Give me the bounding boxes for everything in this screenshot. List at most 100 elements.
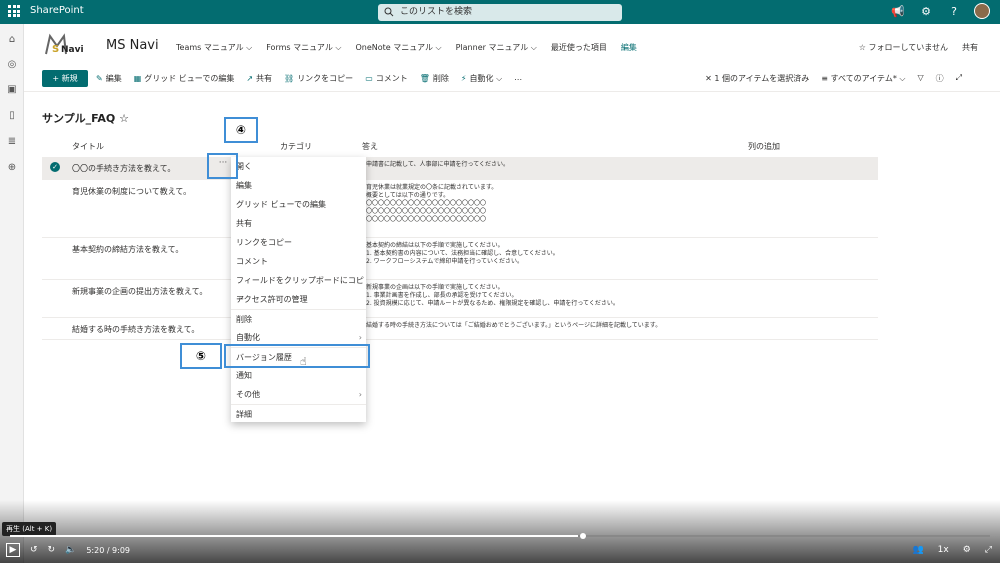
menu-item-edit[interactable]: 編集 — [231, 176, 366, 195]
site-header: S Navi MS Navi Teams マニュアル ⌵ Forms マニュアル… — [24, 24, 1000, 64]
filter-icon[interactable]: ▽ — [917, 73, 923, 84]
callout-box-more — [207, 153, 238, 179]
command-items: ✎ 編集 ▦ グリッド ビューでの編集 ↗ 共有 ⛓ リンクをコピー ▭ コメント 🗑 削除… — [96, 73, 522, 84]
help-icon[interactable]: ? — [946, 5, 962, 18]
selection-status[interactable]: ✕ 1 個のアイテムを選択済み — [705, 73, 809, 84]
comment-icon: ▭ — [365, 74, 373, 83]
fullscreen-icon[interactable]: ⤢ — [985, 545, 992, 555]
follow-button[interactable]: ☆ フォローしていません — [859, 42, 948, 53]
menu-item-details[interactable]: 詳細 — [231, 404, 366, 423]
nav-edit[interactable]: 編集 — [621, 42, 637, 53]
globe-icon[interactable]: ◎ — [6, 59, 18, 71]
check-icon[interactable]: ✓ — [50, 162, 60, 172]
table-row[interactable]: 基本契約の締結方法を教えて。 基本契約の締結は以下の手順で実施してください。 1… — [42, 238, 878, 280]
star-icon[interactable]: ☆ — [119, 112, 129, 125]
new-button[interactable]: + 新規 — [42, 70, 88, 87]
nav-recent[interactable]: 最近使った項目 — [551, 42, 607, 53]
table-row[interactable]: 結婚する時の手続き方法を教えて。 結婚する時の手続き方法については「ご結婚おめで… — [42, 318, 878, 340]
share-command[interactable]: ↗ 共有 — [246, 73, 272, 84]
view-selector[interactable]: ≡ すべてのアイテム* ⌵ — [821, 73, 905, 84]
share-icon: ↗ — [246, 74, 254, 83]
table-row[interactable]: 新規事業の企画の提出方法を教えて。 新規事業の企画は以下の手順で実施してください… — [42, 280, 878, 318]
rewind-icon[interactable]: ↺ — [30, 545, 38, 555]
menu-item-grid-edit[interactable]: グリッド ビューでの編集 — [231, 195, 366, 214]
file-icon[interactable]: ▯ — [6, 110, 18, 122]
row-answer: 新規事業の企画は以下の手順で実施してください。 1. 事業計画書を作成し、部長の… — [366, 284, 619, 307]
add-column[interactable]: 列の追加 — [748, 141, 780, 152]
forward-icon[interactable]: ↻ — [48, 545, 56, 555]
speed-button[interactable]: 1x — [938, 545, 949, 555]
row-answer: 基本契約の締結は以下の手順で実施してください。 1. 基本契約書の内容について、… — [366, 242, 559, 265]
avatar[interactable] — [974, 3, 990, 19]
player-controls: ▶ ↺ ↻ 🔈 5:20 / 9:09 — [6, 543, 130, 557]
info-icon[interactable]: ⓘ — [936, 73, 944, 84]
copy-link-command[interactable]: ⛓ リンクをコピー — [284, 73, 353, 84]
view-icon: ≡ — [821, 74, 831, 83]
people-icon[interactable]: 👥 — [912, 545, 923, 555]
menu-item-copy-link[interactable]: リンクをコピー — [231, 233, 366, 252]
search-placeholder: このリストを検索 — [400, 7, 473, 17]
menu-item-copy-fields[interactable]: フィールドをクリップボードにコピー — [231, 271, 366, 304]
gear-icon[interactable]: ⚙ — [918, 5, 934, 18]
column-title[interactable]: タイトル — [72, 141, 104, 152]
settings-icon[interactable]: ⚙ — [963, 545, 971, 555]
menu-item-alert[interactable]: 通知 — [231, 366, 366, 385]
share-button[interactable]: 共有 — [962, 42, 978, 53]
callout-label-5: ⑤ — [180, 343, 222, 369]
svg-text:S: S — [52, 44, 59, 55]
progress-track[interactable] — [10, 535, 990, 537]
grid-icon: ▦ — [133, 74, 142, 83]
context-menu: 開く 編集 グリッド ビューでの編集 共有 リンクをコピー コメント フィールド… — [231, 157, 366, 422]
home-icon[interactable]: ⌂ — [6, 34, 18, 46]
share-label: 共有 — [256, 74, 273, 83]
news-icon[interactable]: ▣ — [6, 84, 18, 96]
more-command[interactable]: … — [514, 73, 522, 84]
callout-box-version-history — [224, 344, 370, 368]
delete-command[interactable]: 🗑 削除 — [420, 73, 449, 84]
automate-command[interactable]: ⚡ 自動化 ⌵ — [461, 73, 502, 84]
row-title[interactable]: 育児休業の制度について教えて。 — [72, 186, 191, 197]
nav-onenote-manual[interactable]: OneNote マニュアル ⌵ — [355, 42, 441, 53]
menu-item-open[interactable]: 開く — [231, 157, 366, 176]
expand-icon[interactable]: ⤢ — [956, 73, 962, 84]
app-launcher-icon[interactable] — [8, 5, 20, 17]
add-icon[interactable]: ⊕ — [6, 162, 18, 174]
row-title[interactable]: 結婚する時の手続き方法を教えて。 — [72, 324, 199, 335]
edit-icon: ✎ — [96, 74, 103, 83]
column-answer[interactable]: 答え — [362, 141, 378, 152]
cursor-hand-icon: ☝ — [300, 355, 307, 368]
menu-item-delete[interactable]: 削除 — [231, 309, 366, 328]
nav-planner-manual[interactable]: Planner マニュアル ⌵ — [456, 42, 537, 53]
menu-item-comment[interactable]: コメント — [231, 252, 366, 271]
view-label: すべてのアイテム* ⌵ — [830, 74, 906, 83]
player-overlay — [0, 500, 1000, 563]
megaphone-icon[interactable]: 📢 — [890, 5, 906, 18]
volume-icon[interactable]: 🔈 — [65, 545, 76, 555]
row-title[interactable]: 〇〇の手続き方法を教えて。 — [72, 163, 175, 174]
nav-teams-manual[interactable]: Teams マニュアル ⌵ — [176, 42, 252, 53]
table-row[interactable]: 育児休業の制度について教えて。 育児休業は就業規定の〇条に記載されています。 概… — [42, 180, 878, 238]
grid-edit-command[interactable]: ▦ グリッド ビューでの編集 — [134, 73, 235, 84]
menu-item-more-label: その他 — [236, 390, 260, 399]
nav-forms-manual[interactable]: Forms マニュアル ⌵ — [266, 42, 341, 53]
sharepoint-list-screen: SharePoint このリストを検索 📢 ⚙ ? ⌂ ◎ ▣ ▯ ≣ ⊕ S … — [0, 0, 1000, 563]
play-button[interactable]: ▶ — [6, 543, 20, 557]
progress-knob[interactable] — [580, 533, 586, 539]
row-title[interactable]: 新規事業の企画の提出方法を教えて。 — [72, 286, 207, 297]
left-rail: ⌂ ◎ ▣ ▯ ≣ ⊕ — [0, 24, 24, 563]
menu-item-more[interactable]: その他 › — [231, 385, 366, 404]
column-category[interactable]: カテゴリ — [280, 141, 312, 152]
menu-item-manage-access[interactable]: アクセス許可の管理 — [231, 290, 366, 309]
table-row[interactable]: ✓ 〇〇の手続き方法を教えて。 申請書に記載して、人事部に申請を行ってください。 — [42, 157, 878, 180]
menu-item-automate-label: 自動化 — [236, 333, 260, 342]
search-icon — [384, 7, 394, 17]
search-box[interactable]: このリストを検索 — [378, 4, 622, 21]
player-right-controls: 👥 1x ⚙ ⤢ — [912, 545, 992, 555]
grid-edit-label: グリッド ビューでの編集 — [144, 74, 235, 83]
edit-command[interactable]: ✎ 編集 — [96, 73, 122, 84]
site-name: MS Navi — [106, 38, 159, 53]
row-title[interactable]: 基本契約の締結方法を教えて。 — [72, 244, 183, 255]
lists-icon[interactable]: ≣ — [6, 136, 18, 148]
comment-command[interactable]: ▭ コメント — [365, 73, 408, 84]
menu-item-share[interactable]: 共有 — [231, 214, 366, 233]
